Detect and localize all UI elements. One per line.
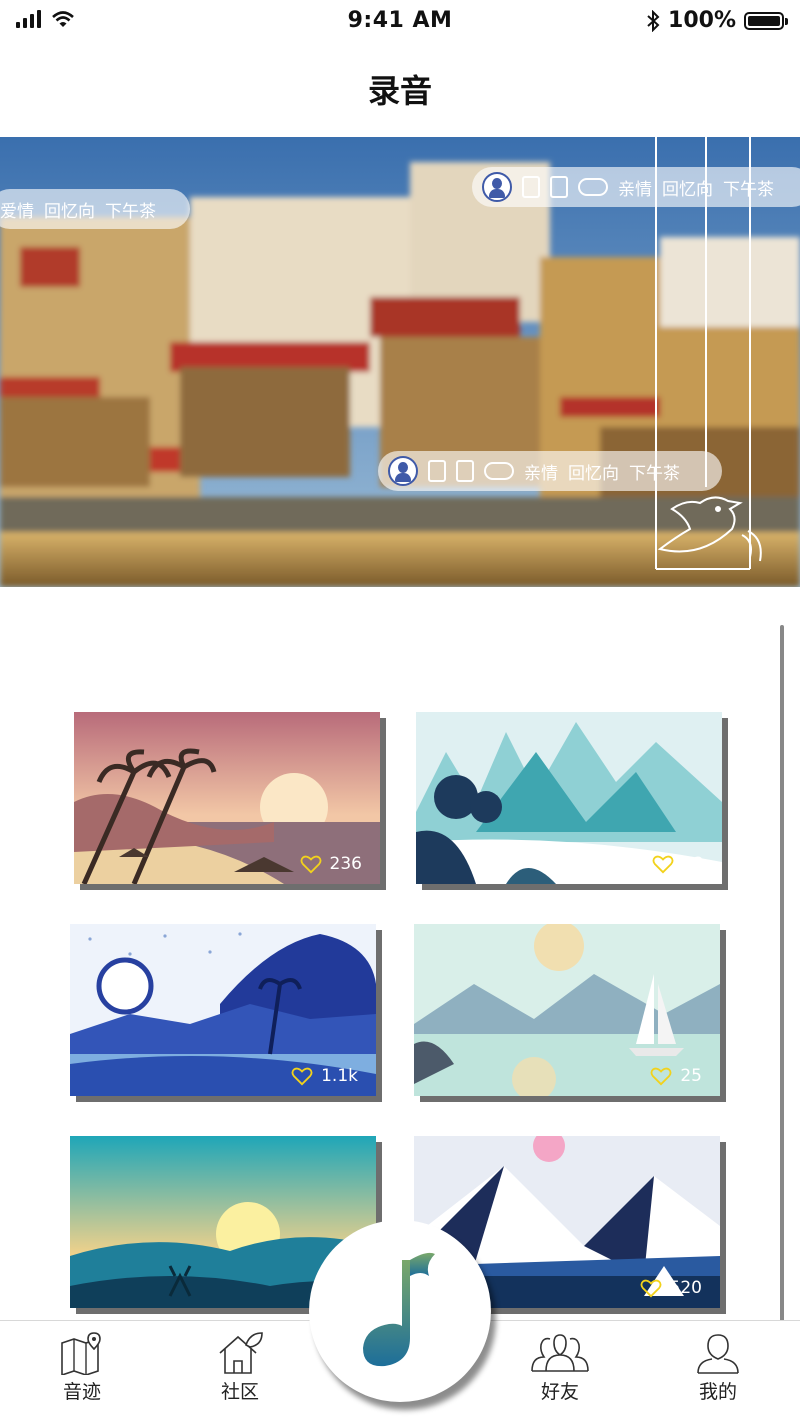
danmaku-bubble[interactable]: 亲情 回忆向 下午茶 xyxy=(472,167,800,207)
bottle-icon xyxy=(456,460,474,482)
heart-icon xyxy=(652,855,674,874)
like-count: 25 xyxy=(680,1066,702,1086)
friends-icon xyxy=(531,1334,589,1372)
tab-label: 我的 xyxy=(698,1381,737,1403)
user-icon xyxy=(697,1334,739,1374)
like-count: 22 xyxy=(682,854,704,874)
danmaku-tag: 下午茶 xyxy=(629,463,680,484)
heart-icon xyxy=(640,1279,661,1298)
building-icon xyxy=(428,460,446,482)
danmaku-tag: 亲情 xyxy=(524,463,558,484)
music-note-icon xyxy=(363,1252,435,1367)
like-count: 1.1k xyxy=(321,1066,358,1086)
battery-icon xyxy=(744,11,788,30)
avatar-icon xyxy=(388,456,418,486)
tab-wode[interactable]: 我的 xyxy=(658,1321,778,1424)
like-counter[interactable]: 1.1k xyxy=(291,1066,358,1086)
danmaku-tag: 回忆向 xyxy=(568,463,619,484)
map-icon xyxy=(61,1332,101,1375)
tab-label: 音迹 xyxy=(62,1381,101,1403)
danmaku-tag: 亲情 xyxy=(618,179,652,200)
tab-label: 社区 xyxy=(220,1381,259,1403)
tab-haoyou[interactable]: 好友 xyxy=(500,1321,620,1424)
like-counter[interactable]: 22 xyxy=(652,854,704,874)
like-counter[interactable]: 236 xyxy=(300,854,362,874)
bottle-icon xyxy=(550,176,568,198)
avatar-icon xyxy=(482,172,512,202)
record-button[interactable] xyxy=(309,1220,491,1402)
bluetooth-icon xyxy=(647,9,660,32)
danmaku-tag: 下午茶 xyxy=(723,179,774,200)
page-title: 录音 xyxy=(367,72,432,110)
like-counter[interactable]: 25 xyxy=(650,1066,702,1086)
recording-card[interactable]: 22 xyxy=(416,712,722,884)
cloud-icon xyxy=(484,462,514,480)
recording-card[interactable]: 236 xyxy=(74,712,380,884)
danmaku-tag: 回忆向 xyxy=(662,179,713,200)
battery-percent: 100% xyxy=(668,8,736,33)
danmaku-bubble[interactable]: 亲情 回忆向 下午茶 xyxy=(378,451,722,491)
recording-card[interactable]: 1.1k xyxy=(70,924,376,1096)
danmaku-tag: 爱情 xyxy=(0,201,34,222)
cloud-icon xyxy=(578,178,608,196)
danmaku-tag: 下午茶 xyxy=(105,201,156,222)
heart-icon xyxy=(300,855,321,874)
recording-card[interactable]: 25 xyxy=(414,924,720,1096)
tab-shequ[interactable]: 社区 xyxy=(180,1321,300,1424)
like-counter[interactable]: 520 xyxy=(640,1278,702,1298)
scrollbar[interactable] xyxy=(780,625,784,1323)
danmaku-tag: 回忆向 xyxy=(44,201,95,222)
battery-fill xyxy=(748,15,780,26)
hero-banner[interactable]: 亲情 回忆向 下午茶 爱情 回忆向 下午茶 亲情 回忆向 下午茶 xyxy=(0,137,800,587)
building-icon xyxy=(522,176,540,198)
like-count: 520 xyxy=(669,1278,702,1298)
house-leaf-icon xyxy=(219,1332,263,1374)
status-bar: 9:41 AM 100% xyxy=(0,0,800,44)
status-right: 100% xyxy=(646,8,788,33)
tab-label: 好友 xyxy=(540,1381,579,1403)
tab-yinji[interactable]: 音迹 xyxy=(22,1321,142,1424)
heart-icon xyxy=(291,1067,313,1086)
heart-icon xyxy=(650,1067,672,1086)
danmaku-bubble[interactable]: 爱情 回忆向 下午茶 xyxy=(0,189,190,229)
like-count: 236 xyxy=(329,854,362,874)
